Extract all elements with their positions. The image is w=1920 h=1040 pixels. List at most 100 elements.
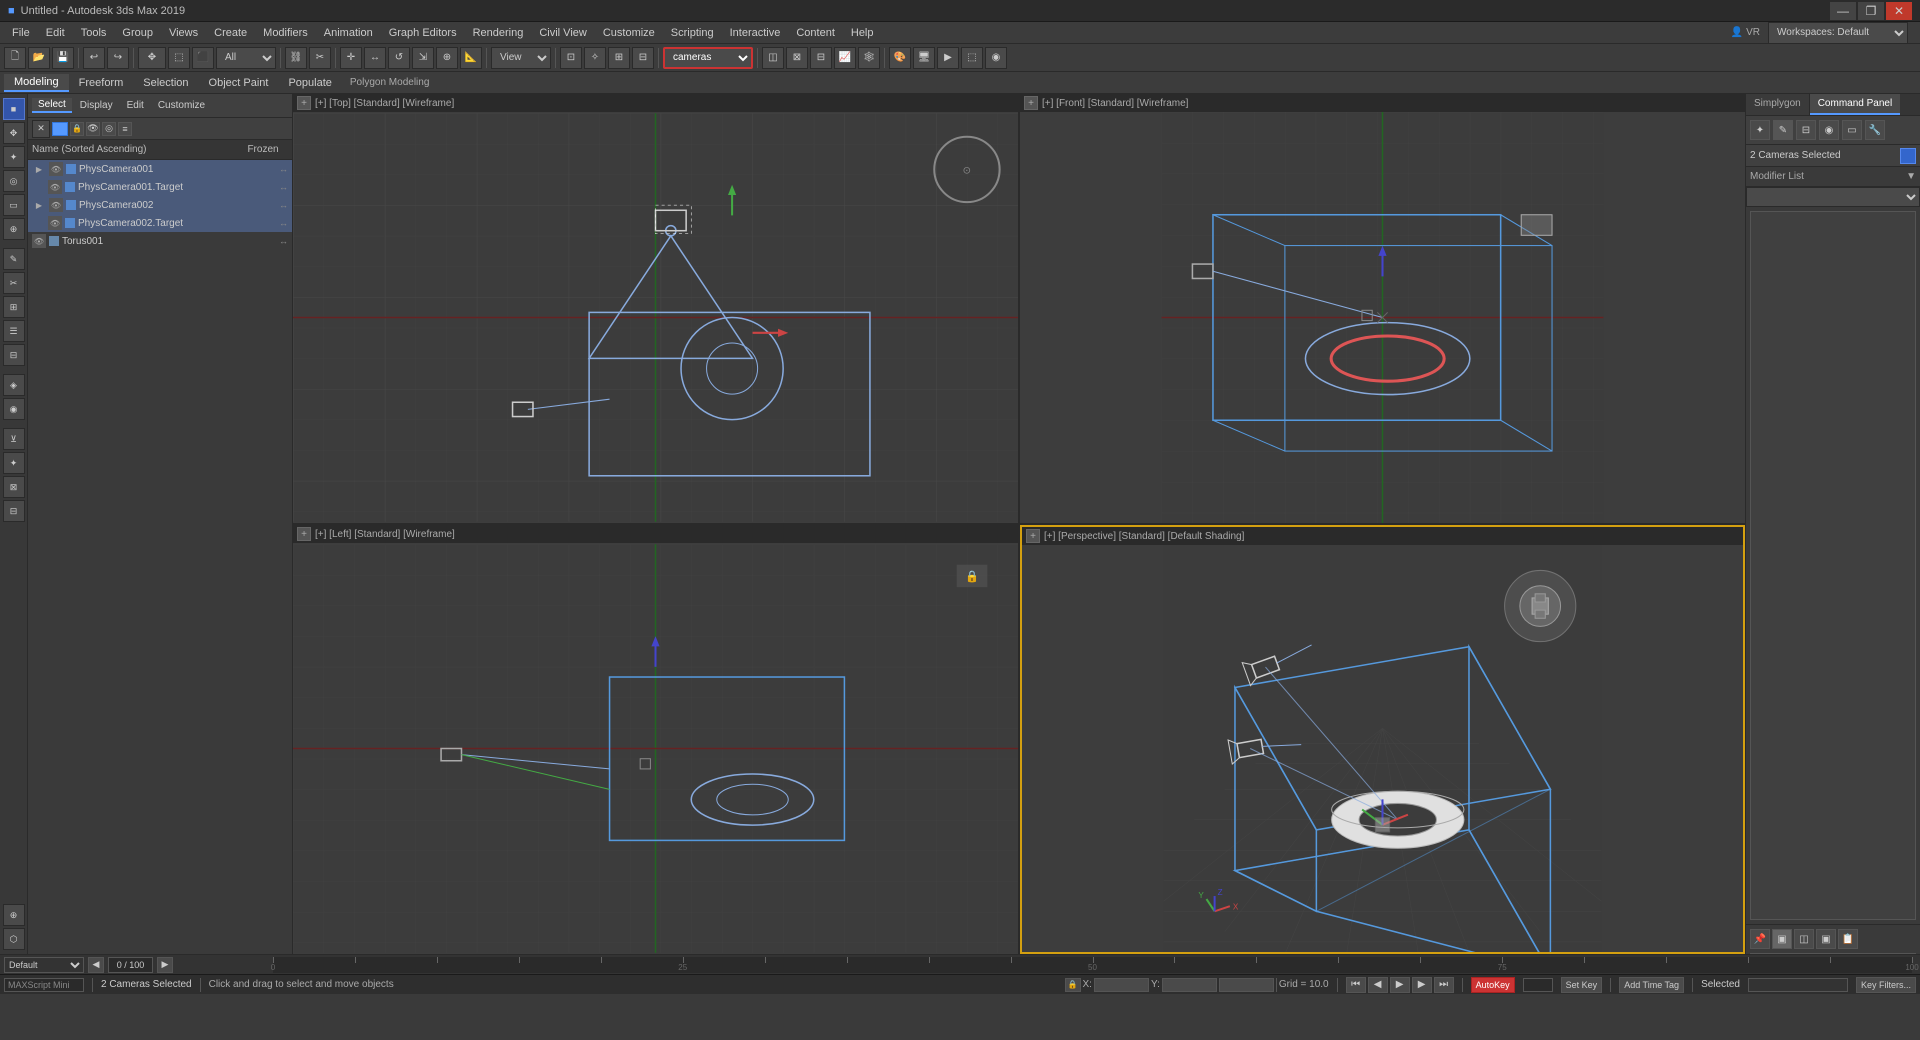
select-region-button[interactable]: ⬚	[168, 47, 190, 69]
unique-icon[interactable]: ▣	[1816, 929, 1836, 949]
workspaces-dropdown[interactable]: Workspaces: Default	[1768, 22, 1908, 44]
snap-button[interactable]: 📐	[460, 47, 482, 69]
z-input[interactable]	[1219, 978, 1274, 992]
stack-active-icon[interactable]: ▣	[1772, 929, 1792, 949]
track-left-btn[interactable]: ◀	[88, 957, 104, 973]
menu-help[interactable]: Help	[843, 25, 882, 41]
redo-button[interactable]: ↪	[107, 47, 129, 69]
viewport-plus-perspective[interactable]: +	[1026, 529, 1040, 543]
auto-key-btn[interactable]: AutoKey	[1471, 977, 1515, 993]
menu-animation[interactable]: Animation	[316, 25, 381, 41]
viewport-plus-front[interactable]: +	[1024, 96, 1038, 110]
render-setup-button[interactable]: 🖥	[913, 47, 935, 69]
modify-icon[interactable]: ✎	[1773, 120, 1793, 140]
scene-item-torus001[interactable]: 👁 Torus001 ↔	[28, 232, 292, 250]
scene-close-btn[interactable]: ✕	[32, 120, 50, 138]
viewport-plus-left[interactable]: +	[297, 527, 311, 541]
reference-button[interactable]: ⊕	[436, 47, 458, 69]
play-btn[interactable]: ▶	[1390, 977, 1410, 993]
frame-range-input[interactable]	[108, 957, 153, 973]
tools-btn-bottom2[interactable]: ⬡	[3, 928, 25, 950]
tools-btn-9[interactable]: ⊟	[3, 344, 25, 366]
key-filters-btn[interactable]: Key Filters...	[1856, 977, 1916, 993]
viewport-front-canvas[interactable]	[1020, 112, 1745, 523]
tab-command-panel[interactable]: Command Panel	[1810, 94, 1900, 115]
unlink-button[interactable]: ✂	[309, 47, 331, 69]
move-button[interactable]: ↔	[364, 47, 386, 69]
snap-toggle-button[interactable]: ⊞	[608, 47, 630, 69]
select-object-button[interactable]: ✥	[138, 47, 166, 69]
align-button[interactable]: ⊟	[632, 47, 654, 69]
scene-select-tab[interactable]: Select	[32, 98, 72, 113]
tools-btn-7[interactable]: ⊞	[3, 296, 25, 318]
tools-btn-bottom1[interactable]: ⊕	[3, 904, 25, 926]
scene-display-tab[interactable]: Display	[74, 99, 119, 112]
scene-edit-tab[interactable]: Edit	[121, 99, 150, 112]
scene-visibility-btn[interactable]: 👁	[86, 122, 100, 136]
scene-item-physcamera002[interactable]: ▶ 👁 PhysCamera002 ↔	[28, 196, 292, 214]
viewport-front[interactable]: + [+] [Front] [Standard] [Wireframe]	[1020, 94, 1745, 523]
menu-rendering[interactable]: Rendering	[465, 25, 532, 41]
select-all-button[interactable]: ⬛	[192, 47, 214, 69]
tools-btn-10[interactable]: ◈	[3, 374, 25, 396]
tools-btn-13[interactable]: ✦	[3, 452, 25, 474]
maximize-button[interactable]: ❐	[1858, 2, 1884, 20]
timeline-track[interactable]: 0255075100	[273, 957, 1912, 973]
render-button[interactable]: ▶	[937, 47, 959, 69]
display-icon[interactable]: ▭	[1842, 120, 1862, 140]
rotate-button[interactable]: ↺	[388, 47, 410, 69]
active-shade-button[interactable]: ◉	[985, 47, 1007, 69]
tab-selection[interactable]: Selection	[133, 75, 198, 91]
track-right-btn[interactable]: ▶	[157, 957, 173, 973]
tab-populate[interactable]: Populate	[278, 75, 341, 91]
tab-freeform[interactable]: Freeform	[69, 75, 134, 91]
menu-content[interactable]: Content	[788, 25, 843, 41]
tools-btn-8[interactable]: ☰	[3, 320, 25, 342]
selection-input[interactable]	[1748, 978, 1848, 992]
goto-end-btn[interactable]: ⏭	[1434, 977, 1454, 993]
scale-button[interactable]: ⇲	[412, 47, 434, 69]
tab-simplygon[interactable]: Simplygon	[1746, 94, 1810, 115]
menu-create[interactable]: Create	[206, 25, 255, 41]
tools-btn-14[interactable]: ⊠	[3, 476, 25, 498]
pin-icon[interactable]: 📌	[1750, 929, 1770, 949]
link-button[interactable]: ⛓	[285, 47, 307, 69]
transform-button[interactable]: ✛	[340, 47, 362, 69]
menu-group[interactable]: Group	[114, 25, 161, 41]
viewport-perspective-canvas[interactable]: X Y Z	[1022, 545, 1743, 952]
tab-object-paint[interactable]: Object Paint	[199, 75, 279, 91]
y-input[interactable]	[1162, 978, 1217, 992]
menu-civil-view[interactable]: Civil View	[531, 25, 594, 41]
viewport-plus-top[interactable]: +	[297, 96, 311, 110]
tools-btn-15[interactable]: ⊟	[3, 500, 25, 522]
scene-layer-btn[interactable]: ≡	[118, 122, 132, 136]
save-button[interactable]: 💾	[52, 47, 74, 69]
motion-icon[interactable]: ◉	[1819, 120, 1839, 140]
curve-editor-button[interactable]: 📈	[834, 47, 856, 69]
viewport-perspective[interactable]: + [+] [Perspective] [Standard] [Default …	[1020, 525, 1745, 954]
scene-customize-tab[interactable]: Customize	[152, 99, 211, 112]
tools-btn-3[interactable]: ▭	[3, 194, 25, 216]
color-picker-swatch[interactable]	[1900, 148, 1916, 164]
add-time-tag-btn[interactable]: Add Time Tag	[1619, 977, 1684, 993]
hierarchy-icon[interactable]: ⊟	[1796, 120, 1816, 140]
new-button[interactable]: 🗋	[4, 47, 26, 69]
tools-btn-1[interactable]: ✦	[3, 146, 25, 168]
prev-frame-btn[interactable]: ◀	[1368, 977, 1388, 993]
scene-lock-btn[interactable]: 🔒	[70, 122, 84, 136]
selection-filter-dropdown[interactable]: All	[216, 47, 276, 69]
align2-button[interactable]: ⊠	[786, 47, 808, 69]
schematic-button[interactable]: 🕸	[858, 47, 880, 69]
set-key-btn[interactable]: Set Key	[1561, 977, 1603, 993]
stack-off-icon[interactable]: ◫	[1794, 929, 1814, 949]
menu-tools[interactable]: Tools	[73, 25, 115, 41]
coordinate-system-dropdown[interactable]: View	[491, 47, 551, 69]
menu-scripting[interactable]: Scripting	[663, 25, 722, 41]
pivot-button[interactable]: ⊡	[560, 47, 582, 69]
undo-button[interactable]: ↩	[83, 47, 105, 69]
remove-modifier-icon[interactable]: 📋	[1838, 929, 1858, 949]
scene-item-physcamera001-target[interactable]: 👁 PhysCamera001.Target ↔	[28, 178, 292, 196]
modifier-dropdown-arrow[interactable]: ▼	[1906, 171, 1916, 182]
scene-blue-btn[interactable]: ■	[3, 98, 25, 120]
goto-start-btn[interactable]: ⏮	[1346, 977, 1366, 993]
